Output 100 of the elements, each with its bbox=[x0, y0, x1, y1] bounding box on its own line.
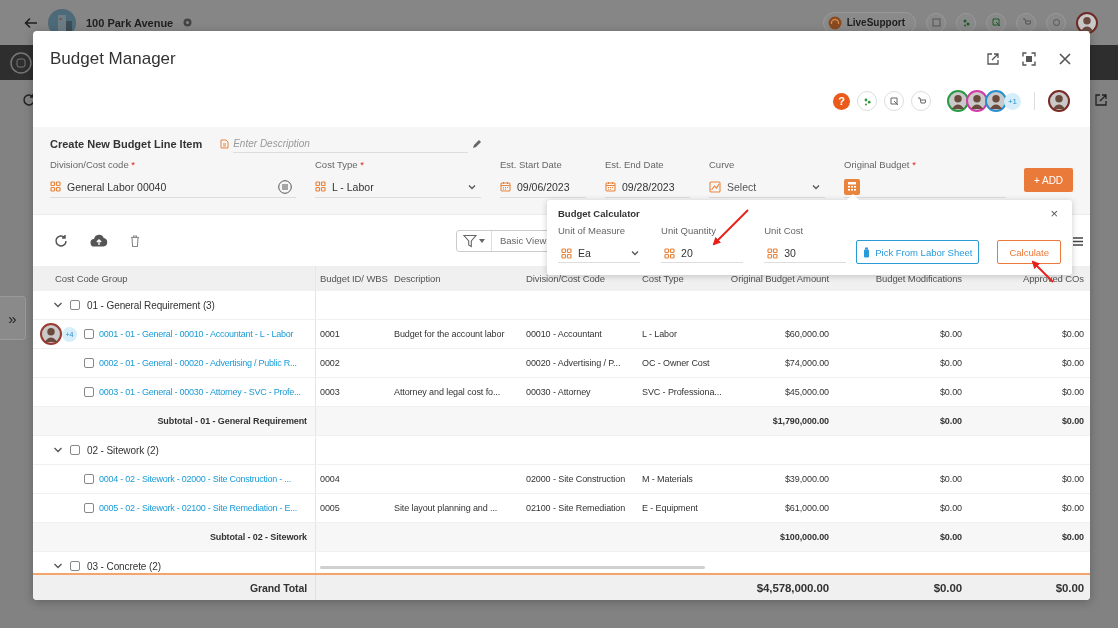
column-header[interactable]: Cost Type bbox=[642, 273, 684, 284]
cart-glyph-icon bbox=[916, 96, 926, 106]
link-glyph-icon bbox=[1051, 18, 1061, 27]
checkbox[interactable] bbox=[84, 329, 94, 339]
back-arrow-icon[interactable] bbox=[24, 15, 38, 30]
table-cell: $60,000.00 bbox=[784, 329, 829, 339]
column-header[interactable]: Original Budget Amount bbox=[730, 273, 829, 284]
table-cell: $0.00 bbox=[1061, 503, 1084, 513]
document-icon bbox=[220, 139, 230, 149]
field-label: Est. Start Date bbox=[500, 159, 563, 170]
subtotal-cell: $100,000.00 bbox=[780, 532, 829, 542]
external-link-icon[interactable] bbox=[986, 51, 1000, 66]
checkbox[interactable] bbox=[84, 358, 94, 368]
grid-icon bbox=[767, 247, 779, 259]
dots-icon[interactable] bbox=[956, 12, 976, 33]
table-cell: 02000 - Site Construction bbox=[526, 474, 626, 484]
table-cell: $0.00 bbox=[1061, 387, 1084, 397]
calendar-icon bbox=[605, 181, 616, 192]
external-link-icon bbox=[1094, 93, 1108, 107]
table-cell: $0.00 bbox=[939, 358, 962, 368]
caret-icon bbox=[479, 238, 485, 243]
help-button[interactable]: ? bbox=[833, 92, 850, 110]
calculator-icon[interactable] bbox=[844, 178, 860, 195]
chevron-down-icon[interactable] bbox=[53, 445, 63, 455]
group-label: 03 - Concrete (2) bbox=[87, 560, 161, 572]
calendar-icon bbox=[500, 181, 511, 192]
unit-dropdown[interactable]: Ea bbox=[558, 244, 641, 263]
table-cell: $0.00 bbox=[939, 474, 962, 484]
input-field[interactable]: 20 bbox=[661, 244, 744, 263]
cloud-upload-icon[interactable] bbox=[90, 234, 108, 247]
table-cell: $0.00 bbox=[939, 503, 962, 513]
date-field[interactable]: 09/28/2023 bbox=[605, 176, 690, 198]
menu-icon[interactable] bbox=[1073, 237, 1083, 246]
column-header[interactable]: Budget ID/ WBS bbox=[320, 273, 388, 284]
input-field[interactable]: 30 bbox=[764, 244, 847, 263]
subtotal-cell: $1,790,000.00 bbox=[772, 416, 829, 426]
calculator-field[interactable] bbox=[844, 176, 1006, 198]
subtotal-label: Subtotal - 01 - General Requirement bbox=[157, 416, 307, 426]
chevron-down-icon bbox=[630, 248, 641, 258]
description-field[interactable]: Enter Description bbox=[233, 135, 469, 153]
filter-list-icon[interactable] bbox=[278, 179, 292, 194]
checkbox[interactable] bbox=[70, 561, 80, 571]
table-cell: 0002 bbox=[320, 358, 340, 368]
headset-icon bbox=[827, 15, 842, 30]
checkbox[interactable] bbox=[70, 300, 80, 310]
table-cell: 00010 - Accountant bbox=[526, 329, 602, 339]
subtotal-cell: $0.00 bbox=[939, 532, 962, 542]
curve-field[interactable]: Select bbox=[709, 176, 825, 198]
form-heading: Create New Budget Line Item bbox=[50, 138, 203, 150]
table-cell: 00030 - Attorney bbox=[526, 387, 591, 397]
collaborator-avatar bbox=[947, 90, 969, 112]
user-avatar bbox=[1048, 90, 1070, 112]
subtotal-cell: $0.00 bbox=[1061, 532, 1084, 542]
date-field[interactable]: 09/06/2023 bbox=[500, 176, 586, 198]
field-label: Original Budget * bbox=[844, 159, 917, 170]
field-label: Unit Cost bbox=[764, 225, 805, 236]
refresh-icon bbox=[22, 93, 36, 107]
table-cell: $61,000.00 bbox=[784, 503, 829, 513]
table-cell: Site layout planning and ... bbox=[394, 503, 498, 513]
side-panel-toggle[interactable]: » bbox=[0, 296, 26, 340]
cart-glyph-icon bbox=[1021, 18, 1031, 27]
scrollbar[interactable] bbox=[320, 566, 705, 569]
cart-icon[interactable] bbox=[1016, 12, 1036, 33]
subtotal-cell: $0.00 bbox=[1061, 416, 1084, 426]
live-support-button[interactable]: LiveSupport bbox=[822, 11, 916, 34]
field-label: Cost Type * bbox=[315, 159, 365, 170]
chevron-down-icon[interactable] bbox=[53, 561, 63, 571]
close-button[interactable]: × bbox=[1050, 206, 1058, 220]
project-title: 100 Park Avenue bbox=[86, 16, 174, 29]
settings-icon bbox=[183, 18, 193, 27]
column-header[interactable]: Description bbox=[394, 273, 441, 284]
checkbox[interactable] bbox=[70, 445, 80, 455]
chevron-down-icon[interactable] bbox=[53, 300, 63, 310]
checkbox[interactable] bbox=[84, 387, 94, 397]
checkbox[interactable] bbox=[84, 474, 94, 484]
dropdown-field[interactable]: L - Labor bbox=[315, 176, 481, 198]
column-header[interactable]: Cost Code Group bbox=[55, 273, 128, 284]
table-cell: 0004 bbox=[320, 474, 340, 484]
document-icon[interactable] bbox=[926, 12, 946, 33]
table-cell: Attorney and legal cost fo... bbox=[394, 387, 501, 397]
subtotal-label: Subtotal - 02 - Sitework bbox=[209, 532, 307, 542]
fullscreen-icon[interactable] bbox=[1022, 51, 1036, 66]
table-cell: E - Equipment bbox=[642, 503, 698, 513]
checkbox[interactable] bbox=[84, 503, 94, 513]
table-cell: $0.00 bbox=[1061, 358, 1084, 368]
table-cell: 0005 bbox=[320, 503, 340, 513]
filter-icon bbox=[463, 233, 477, 248]
link-icon[interactable] bbox=[1046, 12, 1066, 33]
column-header[interactable]: Division/Cost Code bbox=[526, 273, 605, 284]
field-label: Unit Quantity bbox=[661, 225, 717, 236]
table-cell: $0.00 bbox=[1061, 329, 1084, 339]
lookup-field[interactable]: General Labor 00040 bbox=[50, 176, 296, 198]
close-icon[interactable] bbox=[1058, 51, 1072, 66]
share-icon[interactable] bbox=[986, 12, 1006, 33]
field-label: Division/Cost code * bbox=[50, 159, 136, 170]
refresh-icon[interactable] bbox=[54, 233, 68, 248]
trash-icon[interactable] bbox=[130, 234, 140, 247]
share-glyph-icon bbox=[991, 18, 1001, 27]
column-header[interactable]: Budget Modifications bbox=[875, 273, 962, 284]
field-label: Est. End Date bbox=[605, 159, 665, 170]
